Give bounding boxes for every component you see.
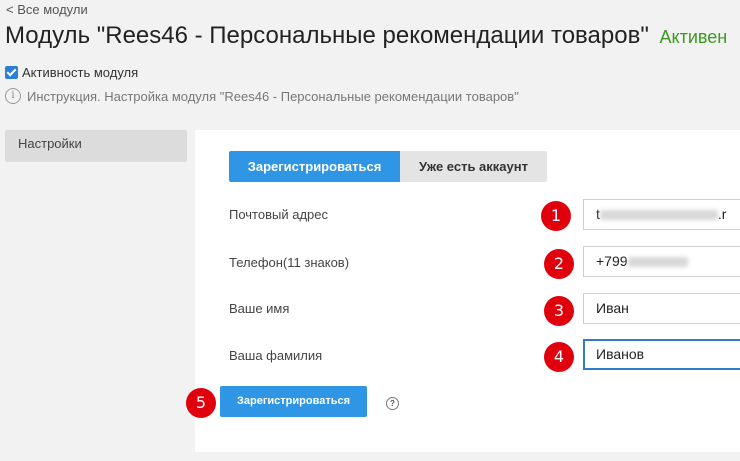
step-badge-4: 4 [544, 342, 574, 372]
status-badge: Активен [659, 27, 728, 47]
account-tabs: Зарегистрироваться Уже есть аккаунт [229, 151, 547, 182]
instruction-text: Инструкция. Настройка модуля "Rees46 - П… [27, 88, 519, 104]
info-icon: i [5, 88, 21, 104]
register-submit-button[interactable]: Зарегистрироваться [220, 386, 367, 417]
email-field[interactable]: t .r [583, 199, 740, 230]
step-badge-3: 3 [544, 296, 574, 326]
step-badge-5: 5 [186, 388, 216, 418]
page-title: Модуль "Rees46 - Персональные рекомендац… [5, 22, 727, 50]
help-icon[interactable]: ? [386, 397, 399, 410]
last-name-label: Ваша фамилия [229, 348, 323, 363]
email-redacted [599, 210, 718, 221]
phone-redacted [627, 257, 688, 268]
phone-field[interactable]: +799 [583, 246, 740, 277]
last-name-field[interactable]: Иванов [583, 339, 740, 370]
step-badge-2: 2 [544, 249, 574, 279]
email-label: Почтовый адрес [229, 207, 328, 222]
activity-checkbox[interactable] [5, 66, 18, 79]
tab-have-account[interactable]: Уже есть аккаунт [400, 151, 547, 182]
tab-register[interactable]: Зарегистрироваться [229, 151, 400, 182]
sidebar-item-settings[interactable]: Настройки [5, 130, 187, 162]
phone-label: Телефон(11 знаков) [229, 255, 350, 270]
phone-value-prefix: +799 [596, 253, 628, 269]
step-badge-1: 1 [541, 201, 571, 231]
module-title: Модуль "Rees46 - Персональные рекомендац… [5, 22, 649, 49]
activity-label: Активность модуля [22, 65, 139, 80]
email-value-suffix: .r [717, 206, 727, 222]
first-name-label: Ваше имя [229, 301, 290, 316]
back-to-modules-link[interactable]: < Все модули [6, 2, 88, 17]
first-name-field[interactable]: Иван [583, 293, 740, 324]
activity-toggle[interactable]: Активность модуля [5, 65, 138, 80]
instruction-link[interactable]: i Инструкция. Настройка модуля "Rees46 -… [5, 88, 519, 104]
